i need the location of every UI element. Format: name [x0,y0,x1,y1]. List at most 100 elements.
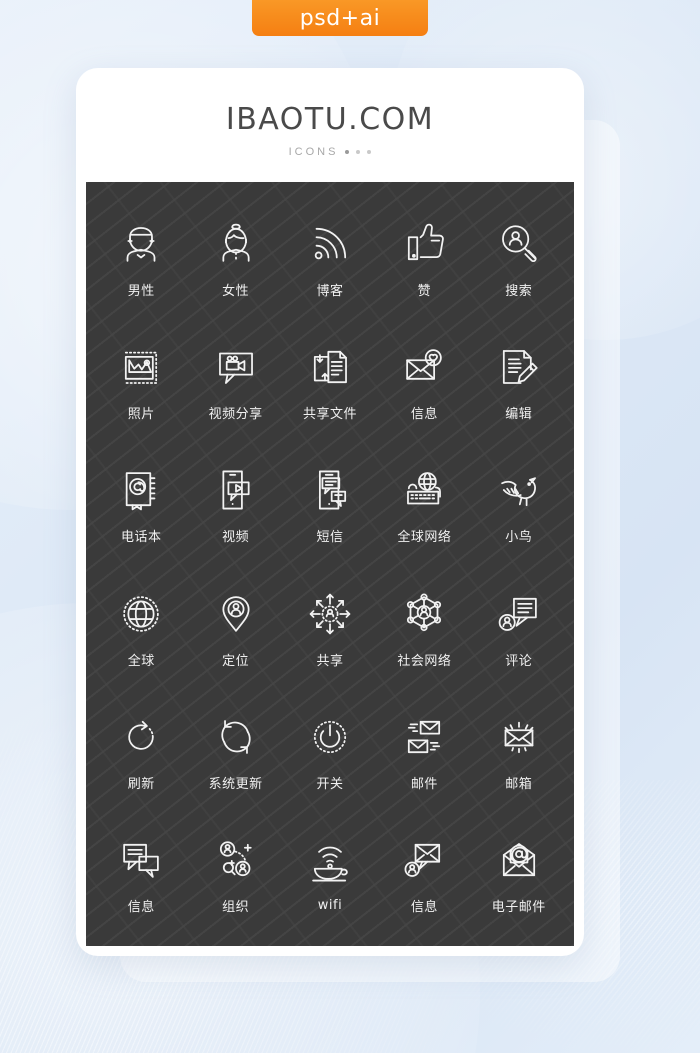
photo-icon [114,340,168,394]
icon-label: 信息 [410,406,438,422]
icon-cell-globe[interactable]: 全球 [94,566,188,689]
globe-icon [114,587,168,641]
icon-label: 电子邮件 [491,900,546,916]
icon-label: 视频分享 [208,406,263,422]
icon-cell-mailbox-alert[interactable]: 邮箱 [472,689,566,812]
icon-label: 男性 [127,283,155,299]
icon-label: 组织 [222,900,250,916]
icon-cell-male-avatar[interactable]: 男性 [94,196,188,319]
mailbox-alert-icon [492,710,546,764]
female-avatar-icon [209,217,263,271]
social-network-icon [397,587,451,641]
power-switch-icon [303,710,357,764]
icon-label: 照片 [127,406,155,422]
icon-label: 编辑 [505,406,533,422]
screenshot-stage: psd+ai IBAOTU.COM ICONS 男性 女性 博客 赞 搜索 照片… [0,0,700,1053]
icon-cell-mobile-video[interactable]: 视频 [188,443,282,566]
sms-icon [303,463,357,517]
icon-label: 小鸟 [505,530,533,546]
icon-label: 信息 [410,900,438,916]
brand-subtitle: ICONS [288,146,339,158]
icon-label: 刷新 [127,776,155,792]
icon-label: 电话本 [120,530,162,546]
icon-cell-edit-document[interactable]: 编辑 [472,319,566,442]
wifi-cup-icon [303,835,357,889]
dot-1-icon [345,150,350,154]
card-header: IBAOTU.COM ICONS [76,68,584,158]
icon-label: 共享文件 [302,406,357,422]
icon-cell-share-arrows[interactable]: 共享 [283,566,377,689]
icon-label: 邮箱 [505,776,533,792]
system-update-icon [209,710,263,764]
dot-2-icon [356,150,361,154]
bird-icon [492,463,546,517]
icon-cell-organization[interactable]: 组织 [188,813,282,936]
icon-label: 女性 [222,283,250,299]
global-network-keyboard-icon [397,463,451,517]
psd-ai-badge: psd+ai [252,0,428,36]
rss-blog-icon [303,217,357,271]
icon-label: 全球网络 [397,530,452,546]
icon-cell-rss-blog[interactable]: 博客 [283,196,377,319]
psd-ai-badge-label: psd+ai [299,5,381,31]
icon-cell-thumbs-up[interactable]: 赞 [377,196,471,319]
address-book-icon [114,463,168,517]
share-arrows-icon [303,587,357,641]
icon-cell-address-book[interactable]: 电话本 [94,443,188,566]
search-user-icon [492,217,546,271]
email-at-icon [492,833,546,887]
mail-heart-icon [397,340,451,394]
icon-cell-global-network-keyboard[interactable]: 全球网络 [377,443,471,566]
location-pin-user-icon [209,587,263,641]
icon-cell-power-switch[interactable]: 开关 [283,689,377,812]
icon-label: 全球 [127,653,155,669]
icon-cell-location-pin-user[interactable]: 定位 [188,566,282,689]
icon-label: wifi [317,898,343,914]
icon-cell-refresh[interactable]: 刷新 [94,689,188,812]
icon-label: 博客 [316,283,344,299]
refresh-icon [114,710,168,764]
icon-label: 社会网络 [397,653,452,669]
icon-cell-sms[interactable]: 短信 [283,443,377,566]
icon-cell-mail-send[interactable]: 邮件 [377,689,471,812]
chat-bubbles-icon [114,833,168,887]
thumbs-up-icon [397,217,451,271]
mobile-video-icon [209,463,263,517]
icon-cell-email-at[interactable]: 电子邮件 [472,813,566,936]
icon-cell-mail-user[interactable]: 信息 [377,813,471,936]
dot-3-icon [367,150,372,154]
icon-cell-search-user[interactable]: 搜索 [472,196,566,319]
icon-label: 系统更新 [208,776,263,792]
icon-cell-chat-bubbles[interactable]: 信息 [94,813,188,936]
icon-cell-wifi-cup[interactable]: wifi [283,813,377,936]
icon-cell-shared-files[interactable]: 共享文件 [283,319,377,442]
icon-cell-video-share[interactable]: 视频分享 [188,319,282,442]
organization-icon [209,833,263,887]
icon-label: 开关 [316,776,344,792]
icon-cell-mail-heart[interactable]: 信息 [377,319,471,442]
icon-label: 信息 [127,900,155,916]
comment-user-icon [492,587,546,641]
icon-cell-comment-user[interactable]: 评论 [472,566,566,689]
mail-user-icon [397,833,451,887]
mail-send-icon [397,710,451,764]
icon-cell-system-update[interactable]: 系统更新 [188,689,282,812]
icon-cell-bird[interactable]: 小鸟 [472,443,566,566]
icon-cell-female-avatar[interactable]: 女性 [188,196,282,319]
icon-label: 定位 [222,653,250,669]
icon-cell-social-network[interactable]: 社会网络 [377,566,471,689]
icon-label: 邮件 [410,776,438,792]
video-share-icon [209,340,263,394]
page-title: IBAOTU.COM [225,102,435,137]
icon-label: 评论 [505,653,533,669]
icon-label: 搜索 [505,283,533,299]
brand-subtitle-row: ICONS [76,146,584,158]
icon-cell-photo[interactable]: 照片 [94,319,188,442]
icon-label: 短信 [316,530,344,546]
icon-grid: 男性 女性 博客 赞 搜索 照片 视频分享 共享文件 信息 编辑 电话本 视频 … [86,182,574,946]
icon-label: 赞 [417,283,432,299]
icon-panel: 男性 女性 博客 赞 搜索 照片 视频分享 共享文件 信息 编辑 电话本 视频 … [86,182,574,946]
male-avatar-icon [114,217,168,271]
icon-label: 视频 [222,530,250,546]
edit-document-icon [492,340,546,394]
